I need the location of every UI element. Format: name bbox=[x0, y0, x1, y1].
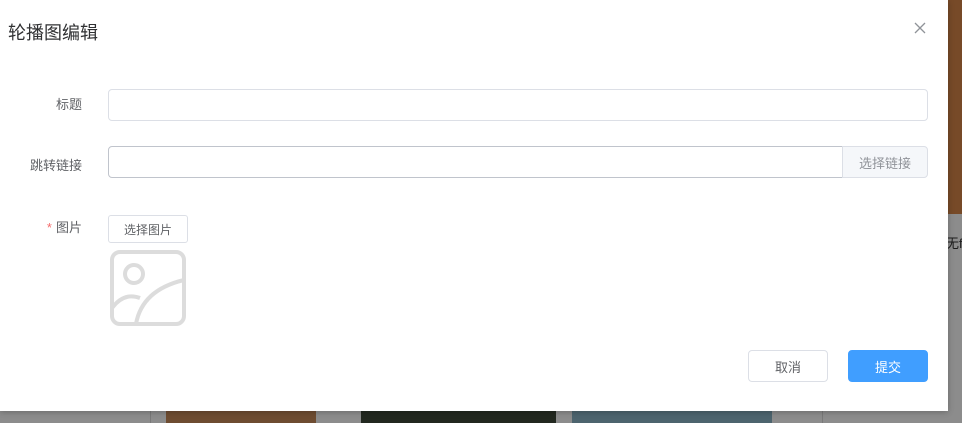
submit-button[interactable]: 提交 bbox=[848, 350, 928, 382]
close-icon bbox=[914, 22, 926, 34]
title-input[interactable] bbox=[108, 89, 928, 121]
image-placeholder-icon bbox=[110, 250, 186, 326]
select-link-button[interactable]: 选择链接 bbox=[842, 146, 928, 178]
carousel-edit-dialog: 轮播图编辑 标题 跳转链接 选择链接 * 图片 选择图片 取消 提交 bbox=[0, 0, 948, 411]
image-label-text: 图片 bbox=[55, 220, 82, 235]
select-image-button[interactable]: 选择图片 bbox=[108, 215, 188, 243]
link-input[interactable] bbox=[108, 146, 843, 178]
title-label: 标题 bbox=[55, 97, 82, 112]
link-label: 跳转链接 bbox=[29, 158, 82, 173]
dialog-title: 轮播图编辑 bbox=[8, 23, 98, 43]
required-mark: * bbox=[46, 220, 52, 235]
close-button[interactable] bbox=[910, 18, 930, 38]
image-label: * 图片 bbox=[47, 220, 82, 236]
cancel-button[interactable]: 取消 bbox=[748, 350, 828, 382]
